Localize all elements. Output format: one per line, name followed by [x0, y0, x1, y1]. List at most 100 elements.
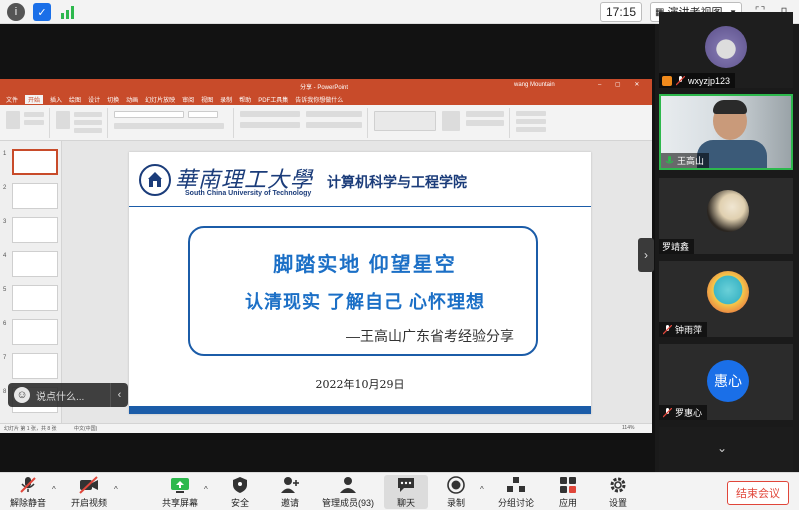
ppt-menu-file[interactable]: 文件	[6, 95, 18, 104]
slide-divider	[129, 206, 591, 207]
record-button[interactable]: 录制	[438, 475, 474, 509]
ribbon-clipboard[interactable]	[2, 108, 50, 138]
slide-thumbnail[interactable]	[12, 149, 58, 175]
participant-label: 罗惠心	[659, 405, 708, 420]
ribbon-slides[interactable]	[52, 108, 108, 138]
start-video-label: 开启视频	[70, 498, 107, 508]
zoom-level[interactable]: 114%	[622, 425, 634, 431]
participant-tile[interactable]: 惠心 罗惠心	[659, 344, 793, 420]
mic-muted-icon	[18, 475, 38, 495]
chat-label: 聊天	[396, 498, 415, 508]
ppt-window-controls[interactable]: – ▢ ✕	[598, 81, 645, 88]
participant-name: 罗靖鑫	[662, 242, 690, 252]
slide-date: 2022年10月29日	[315, 378, 405, 391]
slide-title-box: 脚踏实地 仰望星空 认清现实 了解自己 心怀理想 —王高山广东省考经验分享	[188, 226, 538, 356]
collapse-panel-button[interactable]: ›	[638, 238, 654, 272]
ppt-menu-home[interactable]: 开始	[25, 94, 44, 104]
chevron-up-icon[interactable]: ^	[52, 485, 56, 494]
apps-label: 应用	[558, 498, 577, 508]
slide-thumbnail[interactable]	[12, 285, 58, 311]
settings-icon	[608, 475, 628, 495]
avatar: 惠心	[707, 360, 749, 402]
ppt-menu-animations[interactable]: 动画	[126, 95, 138, 104]
chevron-up-icon[interactable]: ^	[114, 485, 118, 494]
settings-button[interactable]: 设置	[600, 475, 636, 509]
share-screen-button[interactable]: 共享屏幕	[158, 475, 202, 509]
university-name-en: South China University of Technology	[185, 190, 312, 197]
slide-thumbnail[interactable]	[12, 217, 58, 243]
meeting-toolbar: 解除静音 ^ 开启视频 ^ 共享屏幕 ^ 安全 邀请 管理成员(93) 聊天 录…	[0, 472, 799, 510]
invite-label: 邀请	[280, 498, 299, 508]
ppt-menu-draw[interactable]: 绘图	[69, 95, 81, 104]
slide-thumbnail[interactable]	[12, 251, 58, 277]
slide-footer-bar	[129, 406, 591, 414]
college-name: 计算机科学与工程学院	[327, 174, 467, 190]
unmute-button[interactable]: 解除静音	[6, 475, 50, 509]
apps-button[interactable]: 应用	[550, 475, 586, 509]
signal-icon[interactable]	[59, 3, 77, 21]
ppt-menu-slideshow[interactable]: 幻灯片放映	[145, 95, 175, 104]
participant-tile[interactable]: ⌄	[659, 427, 793, 472]
security-label: 安全	[230, 498, 249, 508]
participant-name: 钟雨萍	[675, 325, 703, 335]
ribbon-paragraph[interactable]	[236, 108, 368, 138]
security-button[interactable]: 安全	[222, 475, 258, 509]
unmute-label: 解除静音	[9, 498, 46, 508]
manage-members-label: 管理成员(93)	[321, 498, 374, 508]
manage-members-button[interactable]: 管理成员(93)	[316, 475, 380, 509]
mic-muted-icon	[675, 75, 685, 86]
chat-input[interactable]: ☺ 说点什么... ‹	[8, 383, 128, 407]
shield-icon[interactable]: ✓	[33, 3, 51, 21]
ppt-menu-review[interactable]: 审阅	[182, 95, 194, 104]
meeting-window: i ✓ 17:15 ▦ 演讲者视图 ▼ ⛶ ▯ 分享 - PowerPoint …	[0, 0, 799, 510]
end-meeting-button[interactable]: 结束会议	[727, 481, 789, 505]
ppt-window-title: 分享 - PowerPoint	[300, 85, 349, 91]
members-icon	[338, 475, 358, 495]
ppt-menu-bar: 文件 开始 插入 绘图 设计 切换 动画 幻灯片放映 审阅 视图 录制 帮助 P…	[0, 93, 652, 105]
current-slide: 華南理工大學 South China University of Technol…	[129, 152, 591, 414]
ribbon-font[interactable]	[110, 108, 234, 138]
record-icon	[446, 475, 466, 495]
share-screen-icon	[170, 475, 190, 495]
participant-tile[interactable]: wxyzjp123	[659, 12, 793, 88]
chevron-down-icon[interactable]: ⌄	[717, 441, 727, 455]
mic-muted-icon	[662, 407, 672, 418]
ribbon-editing[interactable]	[512, 108, 552, 138]
ppt-menu-transitions[interactable]: 切换	[107, 95, 119, 104]
start-video-button[interactable]: 开启视频	[67, 475, 111, 509]
avatar	[707, 271, 749, 313]
participant-tile[interactable]: 王高山	[659, 94, 793, 170]
chevron-up-icon[interactable]: ^	[480, 485, 484, 494]
camera-off-icon	[79, 475, 99, 495]
chat-placeholder: 说点什么...	[36, 391, 85, 403]
chat-icon	[396, 475, 416, 495]
apps-icon	[558, 475, 578, 495]
breakout-button[interactable]: 分组讨论	[494, 475, 538, 509]
ppt-menu-insert[interactable]: 插入	[50, 95, 62, 104]
ribbon-drawing[interactable]	[370, 108, 510, 138]
chevron-up-icon[interactable]: ^	[204, 485, 208, 494]
ppt-user-name: wang Mountain	[514, 82, 555, 88]
ppt-menu-help[interactable]: 帮助	[239, 95, 251, 104]
participant-tile[interactable]: 钟雨萍	[659, 261, 793, 337]
slide-thumbnail[interactable]	[12, 183, 58, 209]
language-indicator: 中文(中国)	[74, 426, 98, 432]
ppt-tell-me[interactable]: 告诉我你想做什么	[295, 95, 343, 104]
slide-subheadline: 认清现实 了解自己 心怀理想	[244, 292, 485, 312]
participant-label: 钟雨萍	[659, 322, 708, 337]
meeting-clock: 17:15	[600, 2, 642, 22]
ppt-menu-design[interactable]: 设计	[88, 95, 100, 104]
slide-thumbnail[interactable]	[12, 319, 58, 345]
invite-button[interactable]: 邀请	[272, 475, 308, 509]
chat-button[interactable]: 聊天	[384, 475, 428, 509]
slide-thumbnail[interactable]	[12, 353, 58, 379]
ppt-menu-record[interactable]: 录制	[220, 95, 232, 104]
slide-byline: —王高山广东省考经验分享	[346, 328, 514, 344]
shield-icon	[230, 475, 250, 495]
ppt-menu-pdf[interactable]: PDF工具集	[258, 95, 288, 104]
chevron-left-icon[interactable]: ‹	[110, 383, 128, 407]
emoji-icon[interactable]: ☺	[14, 387, 30, 403]
ppt-menu-view[interactable]: 视图	[201, 95, 213, 104]
info-icon[interactable]: i	[7, 3, 25, 21]
participant-tile[interactable]: 罗靖鑫	[659, 178, 793, 254]
